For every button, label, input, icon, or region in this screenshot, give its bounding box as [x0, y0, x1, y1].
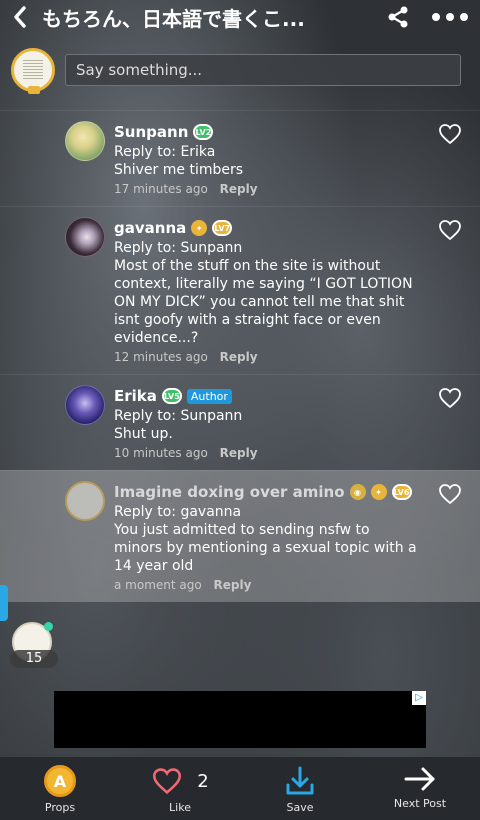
like-button[interactable]: 2 Like — [120, 757, 240, 820]
comment-item: Erika LV5 Author Reply to: Sunpann Shut … — [0, 374, 480, 470]
next-post-button[interactable]: Next Post — [360, 757, 480, 820]
say-something-input[interactable]: Say something... — [65, 54, 461, 86]
comment-item: Imagine doxing over amino ◉ ✦ LV6 Reply … — [0, 470, 480, 602]
more-icon — [432, 13, 468, 21]
top-bar: もちろん、日本語で書くこ... — [0, 0, 480, 34]
level-badge: LV5 — [161, 388, 182, 404]
ad-banner[interactable]: ▷ — [54, 691, 426, 748]
comment-text: Shut up. — [114, 426, 173, 442]
avatar[interactable] — [65, 121, 105, 161]
reply-to-text: Reply to: Sunpann — [114, 408, 243, 424]
comment-item: gavanna ✦ LV7 Reply to: Sunpann Most of … — [0, 206, 480, 374]
props-coin-icon: A — [44, 765, 76, 797]
share-button[interactable] — [376, 0, 420, 34]
ad-choices-icon[interactable]: ▷ — [412, 691, 426, 705]
title-badge-icon: ✦ — [191, 220, 208, 236]
avatar[interactable] — [65, 217, 105, 257]
level-badge: LV7 — [212, 220, 233, 236]
my-avatar[interactable] — [11, 48, 55, 94]
comment-time: 17 minutes ago — [114, 182, 208, 196]
reply-to-text: Reply to: Erika — [114, 144, 216, 160]
more-button[interactable] — [420, 0, 480, 34]
next-post-label: Next Post — [393, 797, 447, 810]
comment-time: 10 minutes ago — [114, 446, 208, 460]
reply-to-text: Reply to: gavanna — [114, 504, 242, 520]
download-icon — [286, 766, 314, 795]
post-title: もちろん、日本語で書くこ... — [42, 6, 305, 31]
props-label: Props — [44, 801, 76, 814]
comment-list: Sunpann LV2 Reply to: Erika Shiver me ti… — [0, 110, 480, 602]
back-button[interactable] — [0, 0, 40, 34]
commenter-name[interactable]: Imagine doxing over amino — [114, 483, 345, 501]
online-count-badge[interactable]: 15 — [10, 650, 58, 668]
commenter-name[interactable]: Sunpann — [114, 123, 188, 141]
level-badge: LV2 — [193, 124, 214, 140]
reply-to-text: Reply to: Sunpann — [114, 240, 243, 256]
bottom-toolbar: A Props 2 Like Save Next Post — [0, 757, 480, 820]
commenter-name[interactable]: gavanna — [114, 219, 186, 237]
avatar[interactable] — [65, 481, 105, 521]
heart-icon[interactable] — [438, 123, 462, 145]
like-label: Like — [169, 801, 191, 814]
back-icon — [14, 6, 26, 28]
heart-icon[interactable] — [438, 483, 462, 505]
online-status-dot — [44, 622, 53, 631]
arrow-right-icon — [404, 767, 435, 791]
save-label: Save — [286, 801, 314, 814]
comment-text: Most of the stuff on the site is without… — [114, 258, 413, 346]
comment-time: 12 minutes ago — [114, 350, 208, 364]
heart-icon — [153, 768, 182, 795]
heart-icon[interactable] — [438, 387, 462, 409]
heart-icon[interactable] — [438, 219, 462, 241]
reply-button[interactable]: Reply — [220, 182, 258, 196]
reply-button[interactable]: Reply — [214, 578, 252, 592]
comment-composer: Say something... — [0, 46, 480, 98]
commenter-name[interactable]: Erika — [114, 387, 157, 405]
comment-time: a moment ago — [114, 578, 202, 592]
share-icon — [388, 6, 408, 28]
side-drawer-handle[interactable] — [0, 585, 8, 621]
like-count: 2 — [197, 770, 209, 792]
save-button[interactable]: Save — [240, 757, 360, 820]
level-badge: LV6 — [391, 484, 412, 500]
title-badge-icon: ✦ — [370, 484, 387, 500]
reply-button[interactable]: Reply — [220, 350, 258, 364]
comment-item: Sunpann LV2 Reply to: Erika Shiver me ti… — [0, 110, 480, 206]
comment-text: You just admitted to sending nsfw to min… — [114, 522, 417, 574]
props-button[interactable]: A Props — [0, 757, 120, 820]
author-badge: Author — [186, 388, 232, 404]
comment-text: Shiver me timbers — [114, 162, 244, 178]
reply-button[interactable]: Reply — [220, 446, 258, 460]
sunglasses-emoji-icon: ◉ — [349, 484, 366, 500]
avatar[interactable] — [65, 385, 105, 425]
